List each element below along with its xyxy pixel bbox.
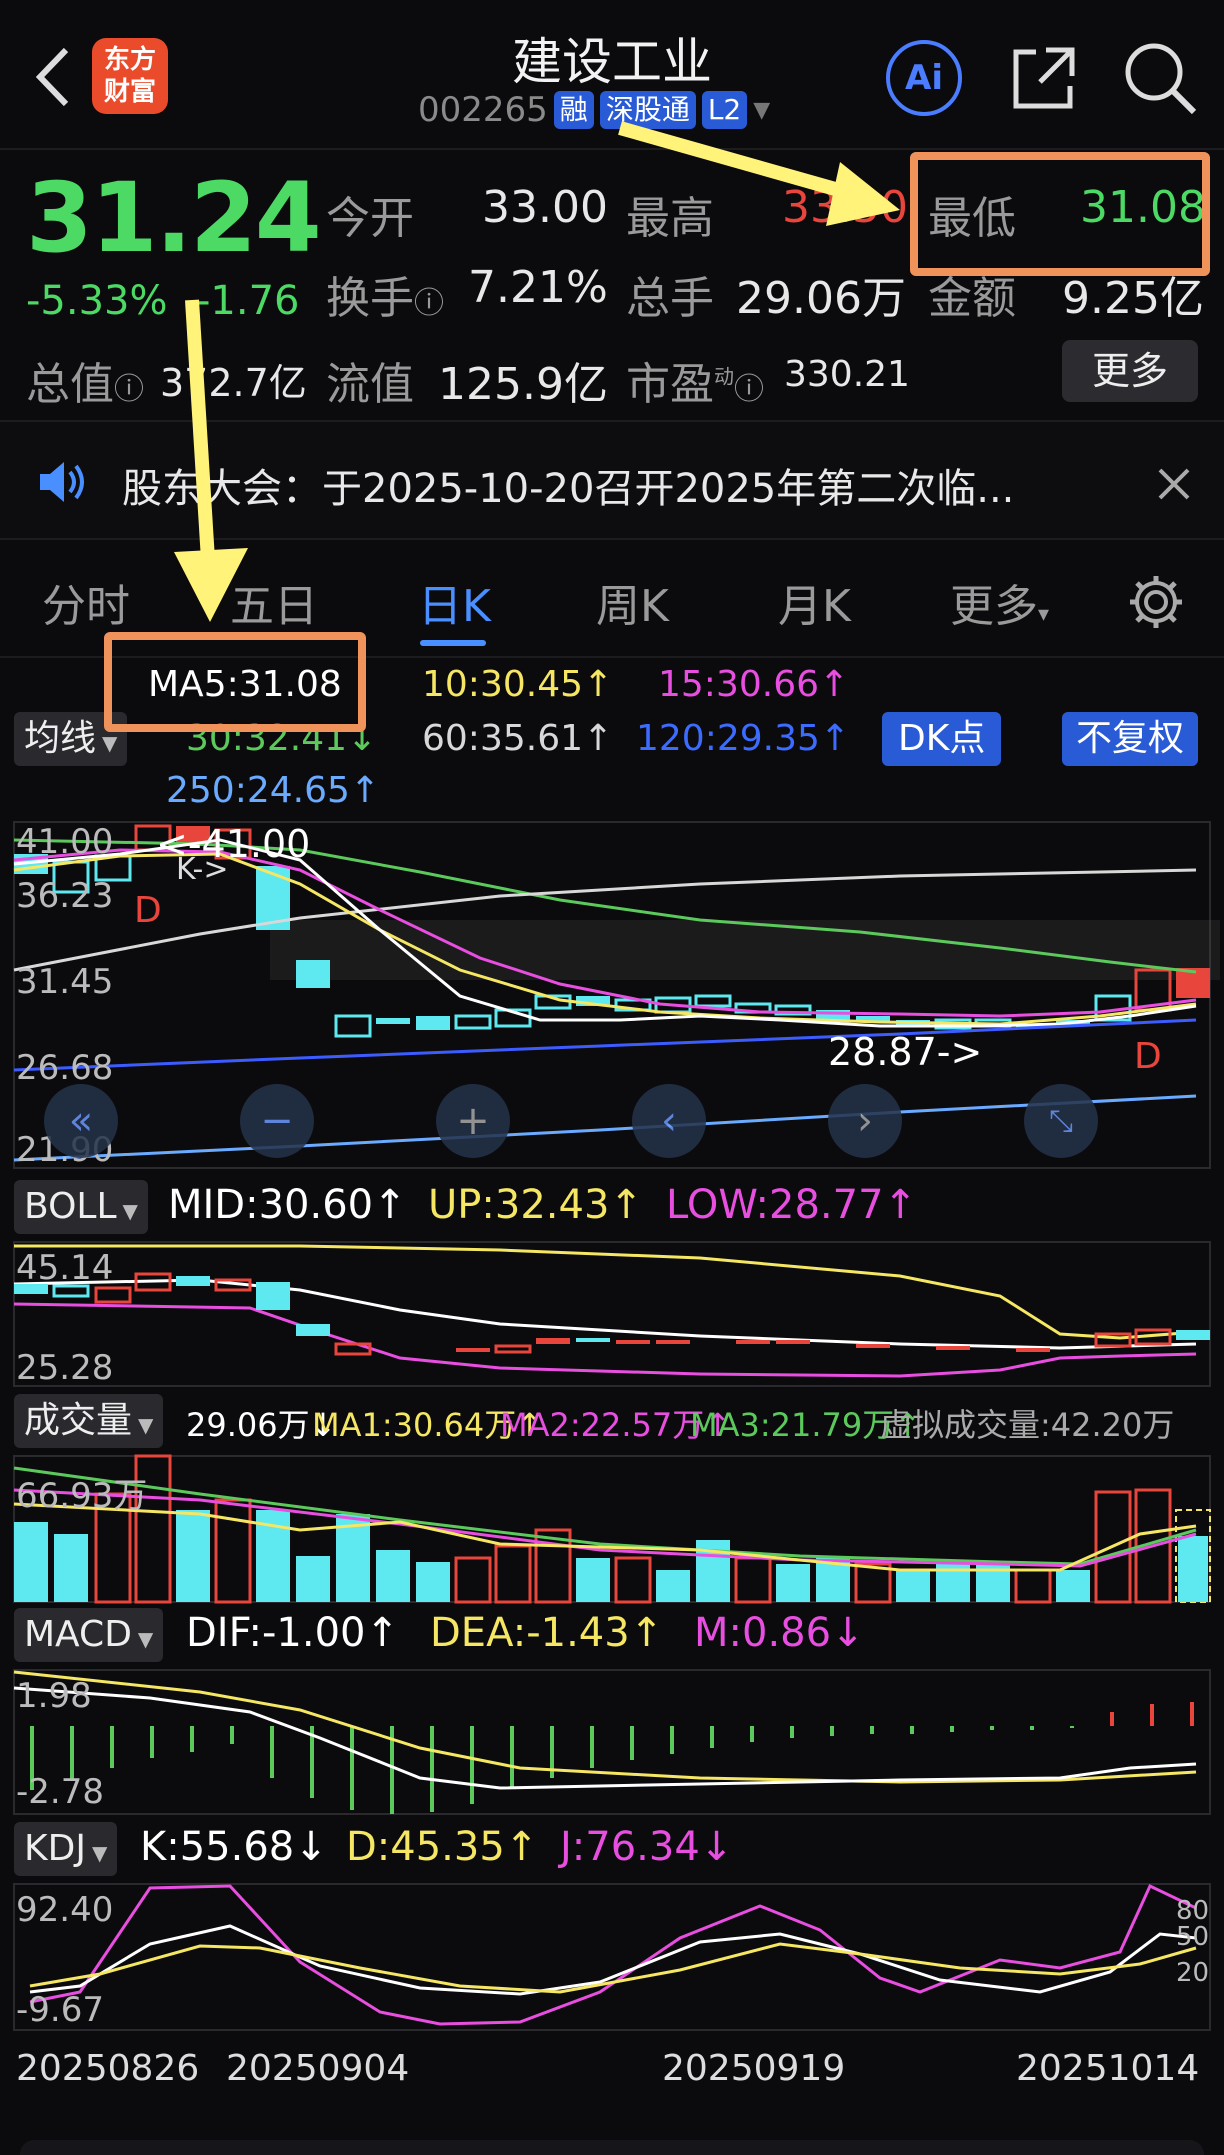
kdj-k: K:55.68↓ [140, 1824, 328, 1870]
next-button[interactable]: › [828, 1084, 902, 1158]
kline-watermark [270, 920, 1220, 980]
kline-k-note: K-> [176, 852, 229, 887]
kline-d-marker: D [134, 890, 162, 931]
macd-histogram [30, 1702, 1194, 1814]
boll-up: UP:32.43↑ [428, 1182, 643, 1228]
ma250-line [13, 1094, 1197, 1162]
fullscreen-button[interactable]: ⤡ [1024, 1084, 1098, 1158]
macd-dif: DIF:-1.00↑ [186, 1610, 399, 1656]
volume-y-label: 66.93万 [16, 1476, 148, 1516]
kdj-right-label: 20 [1176, 1958, 1210, 1988]
kline-d-marker: D [1134, 1036, 1162, 1077]
zoom-out-button[interactable]: − [240, 1084, 314, 1158]
date-label: 20250919 [662, 2048, 846, 2089]
ma60-value: 60:35.61↑ [422, 718, 614, 759]
date-label: 20250904 [226, 2048, 410, 2089]
bottom-bar [20, 2140, 1204, 2155]
boll-mid: MID:30.60↑ [168, 1182, 407, 1228]
kdj-y-label: -9.67 [16, 1990, 104, 2030]
macd-y-label: -2.78 [16, 1772, 104, 1812]
volume-chart[interactable] [0, 1454, 1224, 1604]
date-label: 20250826 [16, 2048, 200, 2089]
kdj-j-line [29, 1883, 1197, 2026]
macd-selector[interactable]: MACD ▼ [14, 1608, 164, 1662]
boll-y-label: 45.14 [16, 1248, 114, 1288]
kline-y-label: 36.23 [16, 876, 114, 916]
date-label: 20251014 [1016, 2048, 1200, 2089]
kline-y-label: 31.45 [16, 962, 114, 1002]
macd-chart[interactable] [0, 1668, 1224, 1816]
zoom-in-button[interactable]: + [436, 1084, 510, 1158]
kline-y-label: 41.00 [16, 822, 114, 862]
kline-y-label: 26.68 [16, 1048, 114, 1088]
kline-low-note: 28.87-> [828, 1030, 983, 1074]
macd-m: M:0.86↓ [694, 1610, 865, 1656]
macd-dea: DEA:-1.43↑ [430, 1610, 664, 1656]
kdj-j: J:76.34↓ [560, 1824, 734, 1870]
kdj-d: D:45.35↑ [346, 1824, 539, 1870]
kdj-y-label: 92.40 [16, 1890, 114, 1930]
boll-up-line [14, 1244, 1197, 1340]
boll-chart[interactable] [0, 1240, 1224, 1390]
ma120-value: 120:29.35↑ [636, 718, 851, 759]
virtual-volume: 虚拟成交量:42.20万 [880, 1406, 1175, 1444]
boll-low: LOW:28.77↑ [666, 1182, 918, 1228]
kdj-right-label: 50 [1176, 1922, 1210, 1952]
macd-y-label: 1.98 [16, 1676, 92, 1716]
boll-y-label: 25.28 [16, 1348, 114, 1388]
volume-selector[interactable]: 成交量 ▼ [14, 1394, 164, 1448]
kdj-selector[interactable]: KDJ ▼ [14, 1822, 118, 1876]
ma120-line [13, 1018, 1197, 1072]
prev-button[interactable]: ‹ [632, 1084, 706, 1158]
boll-mid-line [13, 1278, 1197, 1350]
rewind-button[interactable]: « [44, 1084, 118, 1158]
ma250-value: 250:24.65↑ [166, 770, 381, 811]
annotation-arrows [174, 121, 900, 622]
volume-bars [14, 1454, 1211, 1604]
kdj-chart[interactable] [0, 1882, 1224, 2032]
dk-button[interactable]: DK点 [882, 712, 1002, 766]
boll-selector[interactable]: BOLL ▼ [14, 1180, 148, 1234]
adjust-button[interactable]: 不复权 [1062, 712, 1199, 766]
